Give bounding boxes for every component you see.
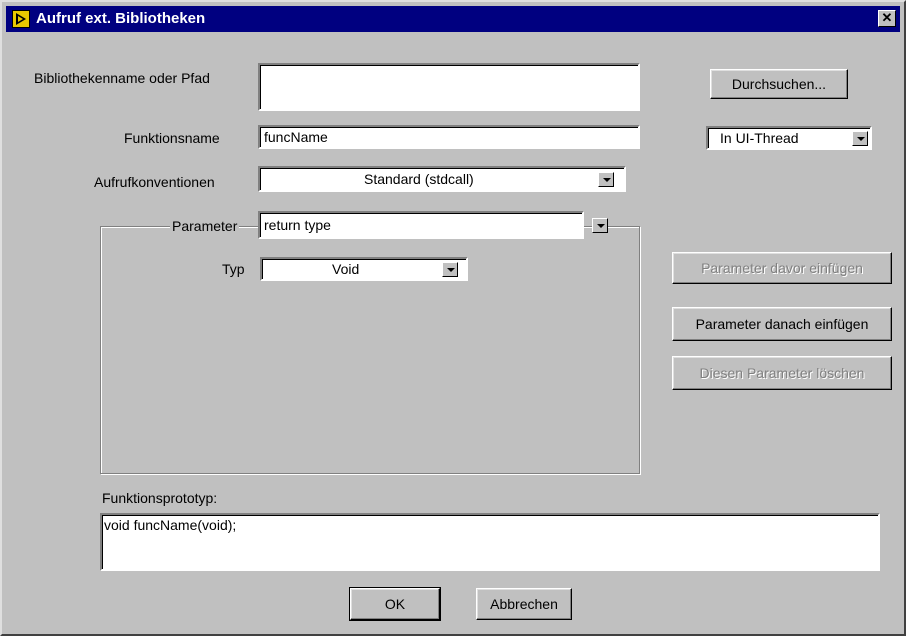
chevron-down-icon[interactable]: [598, 172, 614, 187]
ok-button[interactable]: OK: [349, 587, 441, 621]
library-path-input[interactable]: [258, 63, 640, 111]
function-name-label: Funktionsname: [124, 130, 220, 146]
prototype-label: Funktionsprototyp:: [102, 490, 218, 506]
browse-button[interactable]: Durchsuchen...: [710, 69, 848, 99]
thread-select[interactable]: In UI-Thread: [706, 126, 872, 150]
thread-value: In UI-Thread: [720, 130, 799, 146]
chevron-down-icon[interactable]: [442, 262, 458, 277]
chevron-down-icon[interactable]: [592, 218, 608, 233]
chevron-down-icon[interactable]: [852, 131, 868, 146]
calling-convention-select[interactable]: Standard (stdcall): [258, 166, 626, 192]
type-select[interactable]: Void: [260, 257, 468, 281]
delete-parameter-button[interactable]: Diesen Parameter löschen: [672, 356, 892, 390]
parameter-label: Parameter: [170, 218, 240, 234]
close-button[interactable]: ✕: [878, 10, 896, 27]
function-name-input[interactable]: funcName: [258, 125, 640, 149]
function-name-value: funcName: [264, 129, 328, 145]
calling-convention-label: Aufrufkonventionen: [94, 174, 215, 190]
insert-parameter-after-button[interactable]: Parameter danach einfügen: [672, 307, 892, 341]
parameter-select[interactable]: return type: [258, 211, 584, 239]
prototype-value: void funcName(void);: [104, 517, 237, 533]
type-value: Void: [332, 261, 360, 277]
labview-icon: [12, 10, 30, 28]
cancel-button[interactable]: Abbrechen: [476, 588, 572, 620]
parameter-value: return type: [264, 217, 331, 233]
library-path-label: Bibliothekenname oder Pfad: [34, 70, 210, 86]
prototype-box: void funcName(void);: [100, 513, 880, 571]
insert-parameter-before-button[interactable]: Parameter davor einfügen: [672, 252, 892, 284]
window-title: Aufruf ext. Bibliotheken: [36, 10, 206, 27]
title-bar[interactable]: Aufruf ext. Bibliotheken ✕: [6, 6, 900, 32]
calling-convention-value: Standard (stdcall): [364, 171, 474, 187]
type-label: Typ: [222, 261, 245, 277]
